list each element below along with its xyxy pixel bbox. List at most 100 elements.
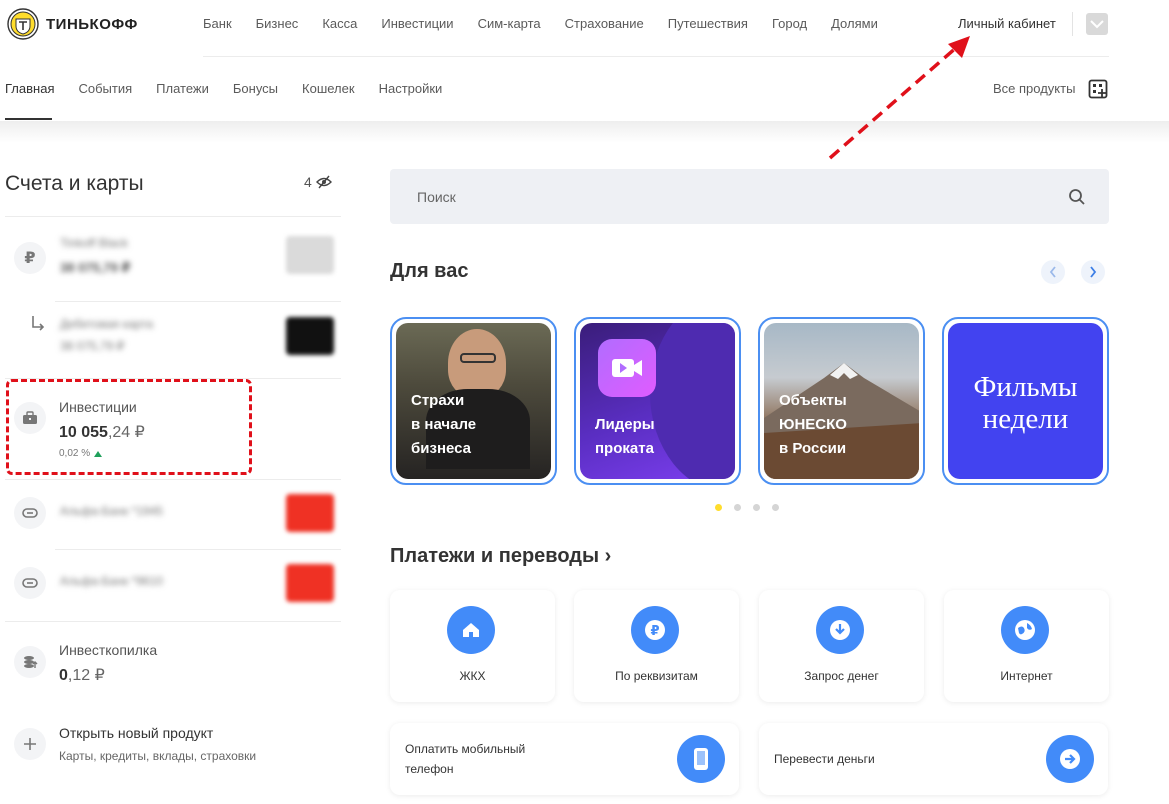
linked-card-name: Альфа-Банк *9610 [60,574,163,588]
search-bar[interactable] [390,169,1109,224]
carousel-prev-button[interactable] [1041,260,1065,284]
payment-tile-internet[interactable]: Интернет [944,590,1109,702]
phone-icon [677,735,725,783]
invest-piggy-amount: 0,12 ₽ [59,665,105,685]
all-products-link[interactable]: Все продукты [993,81,1075,96]
pay-mobile-label: Оплатить мобильный телефон [405,742,526,776]
sub-nav: Главная События Платежи Бонусы Кошелек Н… [5,81,466,96]
topnav-item-dolyami[interactable]: Долями [831,16,878,31]
active-tab-underline [5,118,52,120]
ruble-icon: ₽ [14,242,46,274]
chevron-down-icon [1090,20,1104,29]
chevron-right-icon [1090,266,1097,278]
transfer-money-tile[interactable]: Перевести деньги [759,723,1108,795]
story-label: Лидеры проката [595,416,655,457]
story-card-4[interactable]: Фильмы недели [942,317,1109,485]
header-shadow [0,121,1169,143]
topnav-item-sim[interactable]: Сим-карта [478,16,541,31]
divider [5,479,341,480]
card-thumbnail [286,564,334,602]
account-row-1[interactable]: ₽ Tinkoff Black 38 075,79 ₽ [5,228,341,300]
payments-title[interactable]: Платежи и переводы › [390,545,611,568]
divider [5,621,341,622]
header-divider-line [203,56,1109,57]
carousel-dot-4[interactable] [772,504,779,511]
carousel-dots [715,504,779,511]
story-image: Лидеры проката [580,323,735,479]
plus-icon [14,728,46,760]
decor-shape [650,323,735,479]
story-label: Фильмы недели [973,371,1078,435]
topnav-item-business[interactable]: Бизнес [256,16,299,31]
carousel-dot-2[interactable] [734,504,741,511]
account-name: Tinkoff Black [60,236,129,250]
invest-piggy-row[interactable]: Инвесткопилка 0,12 ₽ [5,630,341,700]
header-divider [1072,12,1073,36]
payment-tile-requisites[interactable]: ₽ По реквизитам [574,590,739,702]
story-image: Страхи в начале бизнеса [396,323,551,479]
eye-crossed-icon [315,175,332,189]
avatar[interactable] [1086,13,1108,35]
story-card-3[interactable]: Объекты ЮНЕСКО в России [758,317,925,485]
carousel-next-button[interactable] [1081,260,1105,284]
linked-card-name: Альфа-Банк *1945 [60,504,163,518]
carousel-dot-3[interactable] [753,504,760,511]
tab-payments[interactable]: Платежи [156,81,209,96]
story-card-2[interactable]: Лидеры проката [574,317,741,485]
top-header: ТИНЬКОФФ Банк Бизнес Касса Инвестиции Си… [0,0,1169,56]
account-row-2[interactable]: Дебетовая карта 38 075,79 ₽ [5,305,341,377]
payment-tile-label: По реквизитам [615,669,698,683]
grid-plus-icon[interactable] [1088,79,1108,99]
search-input[interactable] [390,169,1070,224]
globe-icon [1001,606,1049,654]
tab-bonuses[interactable]: Бонусы [233,81,278,96]
brand-name: ТИНЬКОФФ [46,15,138,33]
story-image: Фильмы недели [948,323,1103,479]
divider [55,301,341,302]
tab-settings[interactable]: Настройки [379,81,443,96]
search-icon[interactable] [1068,188,1086,206]
card-thumbnail [286,317,334,355]
accounts-visibility-toggle[interactable]: 4 [304,174,332,190]
top-nav: Банк Бизнес Касса Инвестиции Сим-карта С… [203,16,902,31]
topnav-item-investments[interactable]: Инвестиции [381,16,453,31]
account-name: Дебетовая карта [60,317,154,331]
story-card-1[interactable]: Страхи в начале бизнеса [390,317,557,485]
divider [55,549,341,550]
sub-arrow-icon [32,316,45,331]
card-thumbnail [286,236,334,274]
linked-card-row-1[interactable]: Альфа-Банк *1945 [5,482,341,548]
topnav-item-insurance[interactable]: Страхование [565,16,644,31]
accounts-title: Счета и карты [5,172,144,195]
carousel-dot-1[interactable] [715,504,722,511]
brand-logo[interactable]: ТИНЬКОФФ [6,7,138,41]
pay-mobile-tile[interactable]: Оплатить мобильный телефон [390,723,739,795]
link-icon [14,567,46,599]
payment-tile-request-money[interactable]: Запрос денег [759,590,924,702]
payment-tile-label: ЖКХ [459,669,486,683]
link-icon [14,497,46,529]
home-icon [447,606,495,654]
payment-tile-label: Интернет [1000,669,1053,683]
tab-main[interactable]: Главная [5,81,54,96]
tab-wallet[interactable]: Кошелек [302,81,355,96]
download-icon [816,606,864,654]
personal-cabinet-link[interactable]: Личный кабинет [958,16,1056,31]
open-new-product[interactable]: Открыть новый продукт Карты, кредиты, вк… [5,718,341,778]
amount-fraction: ,12 ₽ [67,667,105,684]
topnav-item-travel[interactable]: Путешествия [668,16,748,31]
payment-tile-utilities[interactable]: ЖКХ [390,590,555,702]
transfer-money-label: Перевести деньги [774,752,875,766]
topnav-item-bank[interactable]: Банк [203,16,232,31]
topnav-item-kassa[interactable]: Касса [322,16,357,31]
person-illustration [448,329,506,397]
story-label: Страхи в начале бизнеса [411,392,477,457]
amount-integer: 0 [59,667,68,684]
tab-events[interactable]: События [78,81,132,96]
open-new-product-title: Открыть новый продукт [59,725,214,741]
for-you-title: Для вас [390,260,469,282]
svg-text:₽: ₽ [650,624,659,639]
topnav-item-city[interactable]: Город [772,16,807,31]
account-amount: 38 075,79 ₽ [60,260,131,275]
linked-card-row-2[interactable]: Альфа-Банк *9610 [5,552,341,618]
